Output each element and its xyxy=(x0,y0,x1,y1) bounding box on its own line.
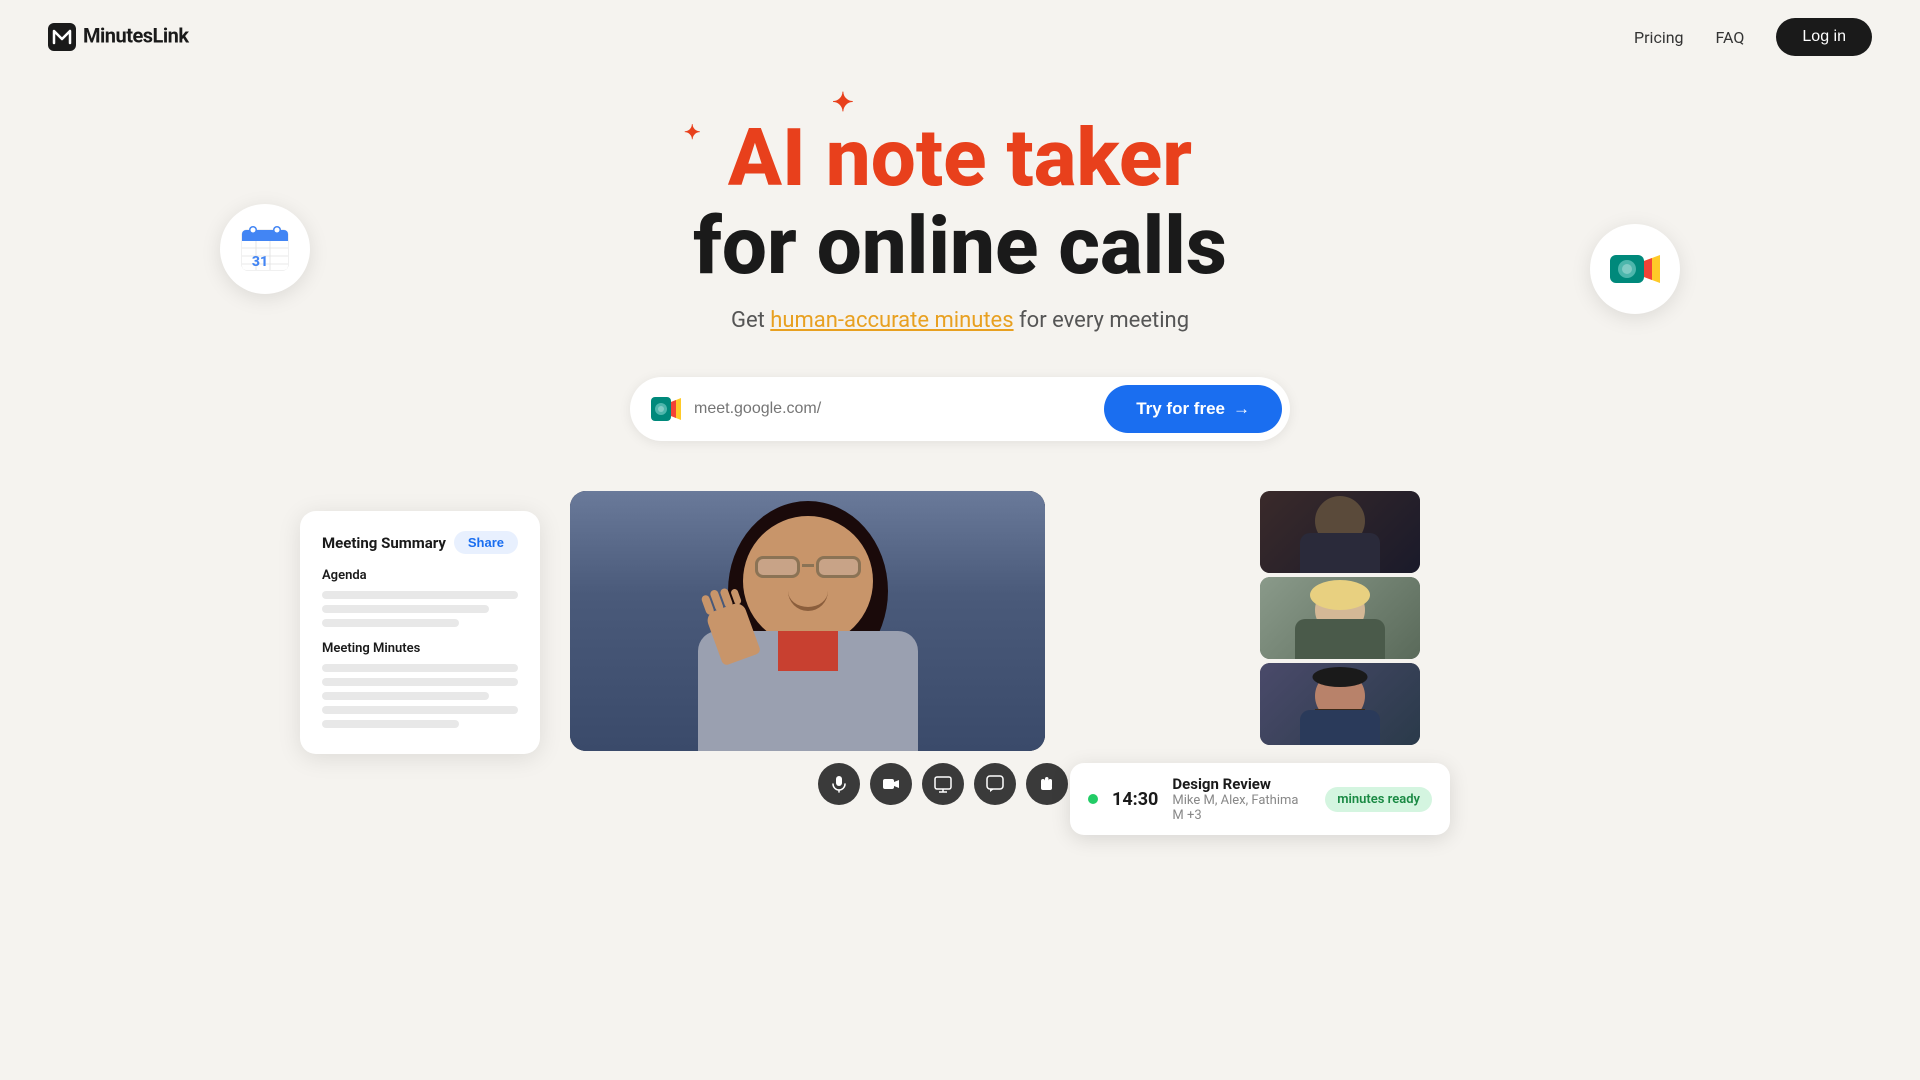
meeting-summary-card: Meeting Summary Share Agenda Meeting Min… xyxy=(300,511,540,754)
logo-text: MinutesLink xyxy=(48,23,189,51)
nav-links: Pricing FAQ Log in xyxy=(1634,18,1872,56)
google-meet-icon xyxy=(1590,224,1680,314)
sparkle-top-icon: ✦ xyxy=(832,89,854,118)
minutes-line-3 xyxy=(322,692,489,700)
mic-button[interactable] xyxy=(818,763,860,805)
try-free-button[interactable]: Try for free → xyxy=(1104,385,1282,433)
summary-card-title: Meeting Summary xyxy=(322,534,446,552)
hero-ai-text: AI xyxy=(728,111,806,205)
minutes-line-5 xyxy=(322,720,459,728)
meeting-time: 14:30 xyxy=(1112,789,1158,810)
summary-card-header: Meeting Summary Share xyxy=(322,531,518,554)
video-thumb-2 xyxy=(1260,577,1420,659)
minutes-ready-badge: minutes ready xyxy=(1325,787,1432,812)
agenda-line-1 xyxy=(322,591,518,599)
login-button[interactable]: Log in xyxy=(1776,18,1872,56)
search-section: Try for free → xyxy=(0,377,1920,441)
meeting-notification: 14:30 Design Review Mike M, Alex, Fathim… xyxy=(1070,763,1450,835)
video-thumb-1 xyxy=(1260,491,1420,573)
pricing-link[interactable]: Pricing xyxy=(1634,28,1684,47)
person-glasses xyxy=(753,556,863,582)
meeting-name: Design Review xyxy=(1172,775,1311,793)
share-button[interactable]: Share xyxy=(454,531,518,554)
meeting-info: Design Review Mike M, Alex, Fathima M +3 xyxy=(1172,775,1311,823)
video-grid-wrapper xyxy=(560,491,1420,751)
minutes-line-2 xyxy=(322,678,518,686)
hero-line2-text: for online calls xyxy=(693,199,1227,293)
minutes-line-1 xyxy=(322,664,518,672)
hero-section: 31 AI ✦ ✦ note tak xyxy=(0,74,1920,333)
meeting-active-indicator xyxy=(1088,794,1098,804)
video-section: Meeting Summary Share Agenda Meeting Min… xyxy=(0,491,1920,805)
search-google-meet-icon xyxy=(650,393,682,425)
video-demo-wrapper: Meeting Summary Share Agenda Meeting Min… xyxy=(500,491,1420,805)
faq-link[interactable]: FAQ xyxy=(1716,28,1745,47)
hero-title: AI ✦ ✦ note taker for online calls xyxy=(693,114,1227,290)
navbar: MinutesLink Pricing FAQ Log in xyxy=(0,0,1920,74)
main-video xyxy=(570,491,1045,751)
search-input[interactable] xyxy=(694,400,1104,418)
sparkle-left-icon: ✦ xyxy=(684,121,701,143)
arrow-right-icon: → xyxy=(1233,399,1250,419)
minutes-section-title: Meeting Minutes xyxy=(322,641,518,656)
hero-subtitle: Get human-accurate minutes for every mee… xyxy=(20,308,1900,333)
hero-note-taker-text: note taker xyxy=(826,111,1192,205)
agenda-section-title: Agenda xyxy=(322,568,518,583)
camera-button[interactable] xyxy=(870,763,912,805)
minutes-line-4 xyxy=(322,706,518,714)
screen-share-button[interactable] xyxy=(922,763,964,805)
video-thumb-3 xyxy=(1260,663,1420,745)
video-thumbnails xyxy=(1260,491,1420,745)
meeting-participants: Mike M, Alex, Fathima M +3 xyxy=(1172,793,1311,823)
search-bar: Try for free → xyxy=(630,377,1290,441)
hero-title-wrapper: AI ✦ ✦ note taker for online calls xyxy=(693,114,1227,290)
chat-button[interactable] xyxy=(974,763,1016,805)
logo-name: MinutesLink xyxy=(83,23,189,47)
svg-text:31: 31 xyxy=(252,254,268,270)
logo: MinutesLink xyxy=(48,23,189,51)
hero-highlight-text: human-accurate minutes xyxy=(770,308,1013,333)
hand-raise-button[interactable] xyxy=(1026,763,1068,805)
person-shirt xyxy=(778,631,838,671)
google-calendar-icon: 31 xyxy=(220,204,310,294)
agenda-line-2 xyxy=(322,605,489,613)
agenda-line-3 xyxy=(322,619,459,627)
